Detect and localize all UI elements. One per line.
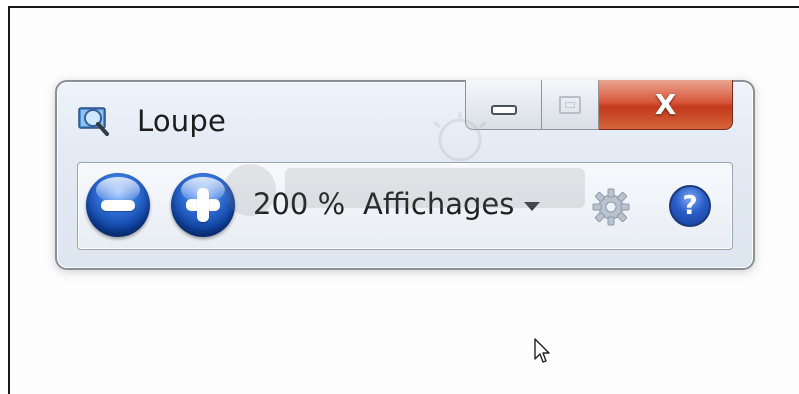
magnifier-app-icon <box>77 104 111 138</box>
chevron-down-icon <box>524 201 541 211</box>
zoom-in-button[interactable] <box>171 173 235 237</box>
window-title: Loupe <box>137 104 227 138</box>
minimize-icon <box>490 104 517 115</box>
magnifier-toolbar: 200 % Affichages ? <box>77 162 733 250</box>
caption-buttons: X <box>465 80 733 130</box>
zoom-level-value: 200 % <box>253 187 346 221</box>
maximize-icon <box>559 95 581 114</box>
title-bar[interactable]: Loupe X <box>57 80 753 162</box>
help-icon: ? <box>682 191 698 221</box>
minimize-button[interactable] <box>465 80 542 130</box>
close-button[interactable]: X <box>599 80 733 130</box>
minus-icon <box>101 200 135 211</box>
magnifier-window: Loupe X 200 % Affichages ? <box>55 80 755 270</box>
help-button[interactable]: ? <box>669 185 711 227</box>
settings-button[interactable] <box>590 186 632 228</box>
gear-icon <box>592 188 630 226</box>
views-label: Affichages <box>363 187 515 221</box>
close-icon: X <box>654 87 677 121</box>
zoom-out-button[interactable] <box>86 173 150 237</box>
views-dropdown[interactable]: Affichages <box>363 187 541 221</box>
mouse-cursor-icon <box>534 338 550 363</box>
maximize-button[interactable] <box>542 80 599 130</box>
